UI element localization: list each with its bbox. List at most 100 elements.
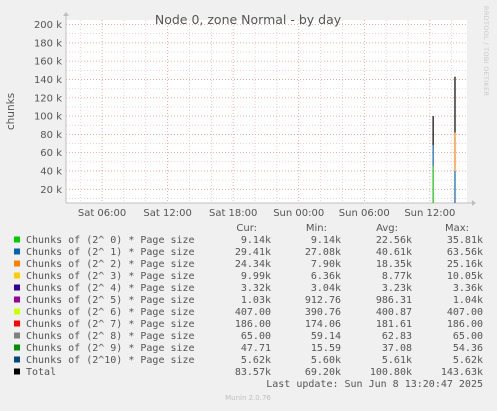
legend-series-name: Chunks of (2^ 2) * Page size xyxy=(26,259,195,270)
munin-graph: 20 k 40 k 60 k 80 k 100 k 120 k 140 k 160 k 180 … xyxy=(0,0,497,407)
legend-swatch xyxy=(14,368,20,375)
y-tick-label: 20 k xyxy=(40,185,62,196)
legend-value: 986.31 xyxy=(376,295,412,306)
legend-swatch xyxy=(14,248,20,255)
legend-value: 407.00 xyxy=(447,307,483,318)
legend-header: Min: xyxy=(306,223,327,234)
legend-swatch xyxy=(14,308,20,315)
legend-value: 65.00 xyxy=(453,331,483,342)
legend-swatch xyxy=(14,356,20,363)
legend-swatch xyxy=(14,272,20,279)
footer-version: Munin 2.0.76 xyxy=(225,394,271,402)
legend-series-name: Total xyxy=(26,367,56,378)
legend-value: 37.08 xyxy=(382,343,412,354)
legend-value: 24.34k xyxy=(235,259,271,270)
legend-value: 174.06 xyxy=(305,319,341,330)
y-tick-label: 200 k xyxy=(34,20,62,31)
y-tick-label: 120 k xyxy=(34,93,62,104)
legend-value: 10.05k xyxy=(447,271,483,282)
x-tick-label: Sun 12:00 xyxy=(404,208,455,219)
legend-value: 35.81k xyxy=(447,235,483,246)
legend-value: 186.00 xyxy=(235,319,271,330)
legend-value: 27.08k xyxy=(305,247,341,258)
y-tick-label: 180 k xyxy=(34,38,62,49)
legend-value: 5.61k xyxy=(382,355,412,366)
legend-value: 1.04k xyxy=(453,295,483,306)
legend-value: 3.32k xyxy=(241,283,271,294)
x-tick-label: Sun 06:00 xyxy=(339,208,390,219)
legend-swatch xyxy=(14,320,20,327)
legend-series-name: Chunks of (2^ 1) * Page size xyxy=(26,247,195,258)
legend-value: 6.36k xyxy=(311,271,341,282)
legend-value: 3.36k xyxy=(453,283,483,294)
legend-value: 9.14k xyxy=(311,235,341,246)
legend-series-name: Chunks of (2^ 4) * Page size xyxy=(26,283,195,294)
y-axis-label: chunks xyxy=(5,93,17,130)
legend-value: 5.62k xyxy=(241,355,271,366)
legend-value: 3.23k xyxy=(382,283,412,294)
chart-title: Node 0, zone Normal - by day xyxy=(155,12,342,27)
legend-value: 59.14 xyxy=(311,331,341,342)
rrdtool-watermark: RRDTOOL / TOBI OETIKER xyxy=(482,6,490,96)
legend-value: 407.00 xyxy=(235,307,271,318)
legend-series-name: Chunks of (2^ 5) * Page size xyxy=(26,295,195,306)
legend-swatch xyxy=(14,344,20,351)
legend-swatch xyxy=(14,260,20,267)
x-tick-label: Sat 18:00 xyxy=(209,208,257,219)
chart-svg: 20 k 40 k 60 k 80 k 100 k 120 k 140 k 160 k 180 … xyxy=(5,6,490,402)
legend-header: Avg: xyxy=(376,223,398,234)
y-tick-label: 80 k xyxy=(40,130,62,141)
y-tick-label: 100 k xyxy=(34,112,62,123)
legend-swatch xyxy=(14,332,20,339)
legend-value: 54.36 xyxy=(453,343,483,354)
legend-value: 8.77k xyxy=(382,271,412,282)
legend-value: 400.87 xyxy=(376,307,412,318)
x-tick-label: Sat 06:00 xyxy=(78,208,126,219)
legend-series-name: Chunks of (2^ 9) * Page size xyxy=(26,343,195,354)
legend-series-name: Chunks of (2^10) * Page size xyxy=(26,355,195,366)
legend-value: 63.56k xyxy=(447,247,483,258)
y-axis-arrow xyxy=(63,12,69,16)
legend-value: 22.56k xyxy=(376,235,412,246)
legend-series-name: Chunks of (2^ 7) * Page size xyxy=(26,319,195,330)
legend-swatch xyxy=(14,236,20,243)
legend-value: 29.41k xyxy=(235,247,271,258)
legend-value: 65.00 xyxy=(241,331,271,342)
legend-value: 186.00 xyxy=(447,319,483,330)
legend-value: 100.80k xyxy=(370,367,412,378)
legend-value: 18.35k xyxy=(376,259,412,270)
y-tick-label: 160 k xyxy=(34,57,62,68)
legend-value: 3.04k xyxy=(311,283,341,294)
legend-swatch xyxy=(14,284,20,291)
legend-value: 181.61 xyxy=(376,319,412,330)
legend-value: 40.61k xyxy=(376,247,412,258)
legend-series-name: Chunks of (2^ 6) * Page size xyxy=(26,307,195,318)
legend-header: Max: xyxy=(445,223,469,234)
legend-value: 143.63k xyxy=(441,367,483,378)
x-tick-label: Sun 00:00 xyxy=(273,208,324,219)
y-tick-label: 40 k xyxy=(40,166,62,177)
legend-value: 62.83 xyxy=(382,331,412,342)
legend-value: 83.57k xyxy=(235,367,271,378)
legend-series-name: Chunks of (2^ 0) * Page size xyxy=(26,235,195,246)
last-update: Last update: Sun Jun 8 13:20:47 2025 xyxy=(266,379,483,390)
legend-value: 1.03k xyxy=(241,295,271,306)
legend-value: 9.99k xyxy=(241,271,271,282)
x-tick-label: Sat 12:00 xyxy=(143,208,191,219)
legend-value: 9.14k xyxy=(241,235,271,246)
legend-value: 5.60k xyxy=(311,355,341,366)
legend-swatch xyxy=(14,296,20,303)
x-axis-arrow xyxy=(472,200,476,206)
legend-value: 390.76 xyxy=(305,307,341,318)
legend-series-name: Chunks of (2^ 3) * Page size xyxy=(26,271,195,282)
plot-area xyxy=(66,20,467,203)
y-tick-label: 60 k xyxy=(40,148,62,159)
legend-value: 25.16k xyxy=(447,259,483,270)
legend-header: Cur: xyxy=(236,223,257,234)
legend-value: 15.59 xyxy=(311,343,341,354)
y-tick-label: 140 k xyxy=(34,75,62,86)
legend-value: 7.90k xyxy=(311,259,341,270)
legend-value: 5.62k xyxy=(453,355,483,366)
legend-value: 912.76 xyxy=(305,295,341,306)
legend-value: 69.20k xyxy=(305,367,341,378)
